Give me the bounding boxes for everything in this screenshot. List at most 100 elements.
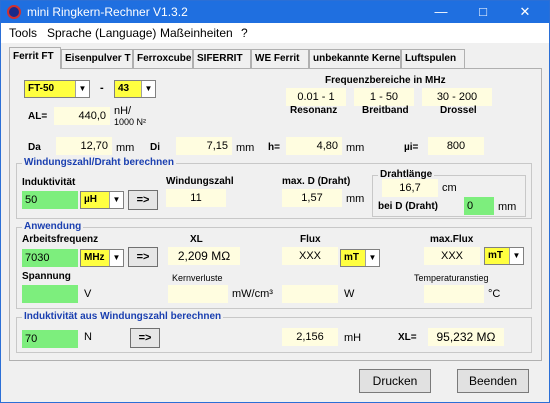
di-value: 7,15 [176, 137, 232, 155]
menu-language[interactable]: Sprache (Language) [47, 26, 156, 40]
beid-input[interactable]: 0 [464, 197, 494, 215]
maximize-icon[interactable]: □ [463, 1, 503, 23]
ind-unit-select[interactable]: µH ▼ [80, 191, 124, 209]
da-value: 12,70 [56, 137, 112, 155]
tab-luftspulen[interactable]: Luftspulen [401, 49, 465, 69]
freq-drossel-label: Drossel [440, 105, 477, 116]
close-icon[interactable]: ✕ [505, 1, 545, 23]
h-value: 4,80 [286, 137, 342, 155]
freq-breitband-label: Breitband [362, 105, 409, 116]
tab-unbekannte-kerne[interactable]: unbekannte Kerne [309, 49, 401, 69]
chevron-down-icon: ▼ [109, 250, 123, 266]
drahtlaenge-value: 16,7 [382, 179, 438, 197]
tab-panel: FT-50 ▼ - 43 ▼ Frequenzbereiche in MHz 0.0… [9, 68, 542, 361]
xl2-value: 95,232 MΩ [428, 328, 504, 346]
w-value [282, 285, 338, 303]
sp-input[interactable] [22, 285, 78, 303]
beid-label: bei D (Draht) [378, 201, 438, 212]
ta-label: Temperaturanstieg [414, 273, 489, 283]
quit-button[interactable]: Beenden [457, 369, 529, 393]
chevron-down-icon: ▼ [141, 81, 155, 97]
title-bar: mini Ringkern-Rechner V1.3.2 — □ ✕ [1, 1, 549, 23]
da-unit: mm [116, 142, 135, 154]
ind-result-unit: mH [344, 332, 362, 344]
core-type-select[interactable]: FT-50 ▼ [24, 80, 90, 98]
tab-ferrit-ft[interactable]: Ferrit FT [9, 47, 61, 69]
h-label: h= [268, 142, 280, 153]
material-select[interactable]: 43 ▼ [114, 80, 156, 98]
freq-resonanz: 0.01 - 1 [286, 88, 346, 106]
flux-value: XXX [282, 247, 338, 265]
mui-value: 800 [428, 137, 484, 155]
maxd-unit: mm [346, 193, 365, 205]
af-input[interactable]: 7030 [22, 249, 78, 267]
chevron-down-icon: ▼ [509, 248, 523, 264]
ta-value [424, 285, 484, 303]
maxflux-unit-select[interactable]: mT ▼ [484, 247, 524, 265]
turns-unit: N [84, 331, 92, 343]
ind-from-turns-title: Induktivität aus Windungszahl berechnen [22, 311, 224, 322]
freq-title: Frequenzbereiche in MHz [325, 75, 446, 86]
kv-unit: mW/cm³ [232, 288, 273, 300]
menu-help[interactable]: ? [241, 26, 248, 40]
maxd-label: max. D (Draht) [282, 176, 351, 187]
tab-siferrit[interactable]: SIFERRIT [193, 49, 251, 69]
ta-unit: °C [488, 288, 501, 300]
kv-label: Kernverluste [172, 273, 223, 283]
tab-we-ferrit[interactable]: WE Ferrit [251, 49, 309, 69]
xl-value: 2,209 MΩ [168, 247, 240, 265]
al-label: AL= [28, 111, 48, 122]
xl-label: XL [190, 234, 203, 245]
freq-resonanz-label: Resonanz [290, 105, 338, 116]
w-unit: W [344, 288, 355, 300]
di-label: Di [150, 142, 160, 153]
maxd-value: 1,57 [282, 189, 342, 207]
al-unit: nH/ [114, 105, 132, 117]
maxflux-value: XXX [424, 247, 480, 265]
freq-breitband: 1 - 50 [354, 88, 414, 106]
dash-label: - [100, 82, 104, 94]
al-value: 440,0 [54, 107, 110, 125]
turns-label: Windungszahl [166, 176, 234, 187]
sp-unit: V [84, 288, 92, 300]
maxflux-label: max.Flux [430, 234, 474, 245]
tab-ferroxcube[interactable]: Ferroxcube [133, 49, 193, 69]
chevron-down-icon: ▼ [365, 250, 379, 266]
anwendung-title: Anwendung [22, 221, 84, 232]
ind-label: Induktivität [22, 177, 76, 188]
flux-label: Flux [300, 234, 321, 245]
ind-input[interactable]: 50 [22, 191, 78, 209]
sp-label: Spannung [22, 271, 71, 282]
menu-units[interactable]: Maßeinheiten [160, 26, 233, 40]
af-label: Arbeitsfrequenz [22, 234, 99, 245]
mui-label: µi= [404, 142, 419, 153]
ind-result: 2,156 [282, 328, 338, 346]
menu-bar: Tools Sprache (Language) Maßeinheiten ? [1, 23, 549, 43]
calc-ind-button[interactable]: => [130, 328, 160, 348]
chevron-down-icon: ▼ [75, 81, 89, 97]
h-unit: mm [346, 142, 365, 154]
minimize-icon[interactable]: — [421, 1, 461, 23]
arrow-icon: => [138, 332, 152, 344]
di-unit: mm [236, 142, 255, 154]
calc-xl-button[interactable]: => [128, 247, 158, 267]
af-unit-select[interactable]: MHz ▼ [80, 249, 124, 267]
drahtlaenge-unit: cm [442, 182, 457, 194]
xl2-label: XL= [398, 332, 417, 343]
window-title: mini Ringkern-Rechner V1.3.2 [27, 5, 188, 19]
kv-value [168, 285, 228, 303]
windungszahl-title: Windungszahl/Draht berechnen [22, 157, 176, 168]
freq-drossel: 30 - 200 [422, 88, 492, 106]
da-label: Da [28, 142, 41, 153]
chevron-down-icon: ▼ [109, 192, 123, 208]
turns-value: 11 [166, 189, 226, 207]
flux-unit-select[interactable]: mT ▼ [340, 249, 380, 267]
print-button[interactable]: Drucken [359, 369, 431, 393]
app-window: mini Ringkern-Rechner V1.3.2 — □ ✕ Tools… [0, 0, 550, 403]
calc-turns-button[interactable]: => [128, 190, 158, 210]
turns-input[interactable]: 70 [22, 330, 78, 348]
menu-tools[interactable]: Tools [9, 26, 37, 40]
al-unit-2: 1000 N² [114, 117, 147, 127]
beid-unit: mm [498, 201, 517, 213]
tab-eisenpulver[interactable]: Eisenpulver T [61, 49, 133, 69]
